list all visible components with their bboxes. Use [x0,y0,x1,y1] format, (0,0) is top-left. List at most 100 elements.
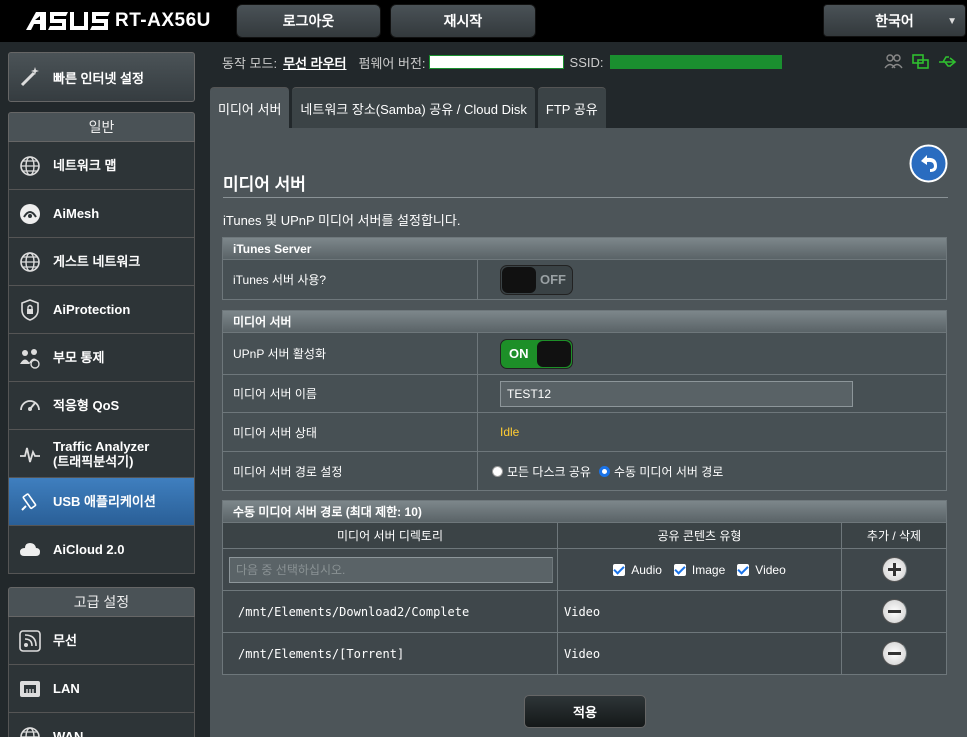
server-state-row: 미디어 서버 상태 Idle [223,412,946,451]
sidebar-item-lan[interactable]: LAN [8,665,195,713]
path-value: /mnt/Elements/[Torrent] [223,633,558,674]
title-divider [223,197,948,198]
sidebar-item-aiprotection[interactable]: AiProtection [8,286,195,334]
server-name-row: 미디어 서버 이름 TEST12 [223,374,946,412]
server-path-row: 미디어 서버 경로 설정 모든 다스크 공유 수동 미디어 서버 경로 [223,451,946,490]
audio-label: Audio [631,562,662,577]
col-content-type: 공유 콘텐츠 유형 [558,523,842,548]
sidebar-item-qos[interactable]: 적응형 QoS [8,382,195,430]
image-checkbox[interactable] [673,563,686,576]
advanced-section-title: 고급 설정 [8,587,195,617]
op-mode-link[interactable]: 무선 라우터 [283,53,346,72]
media-server-table: 미디어 서버 UPnP 서버 활성화 ON 미디어 서버 이름 TEST12 미… [222,310,947,491]
path-value: /mnt/Elements/Download2/Complete [223,591,558,632]
advanced-menu: 무선 LAN WAN [8,617,195,737]
toggle-knob [537,340,571,367]
page-description: iTunes 및 UPnP 미디어 서버를 설정합니다. [223,213,461,228]
sidebar-item-general-0[interactable]: 네트워크 맵 [8,142,195,190]
family-icon [17,345,43,371]
globe-icon [17,724,43,737]
itunes-header: iTunes Server [223,238,946,259]
upnp-label: UPnP 서버 활성화 [223,333,478,374]
upnp-row: UPnP 서버 활성화 ON [223,332,946,374]
sidebar-item-wan[interactable]: WAN [8,713,195,737]
sidebar-item-label: 적응형 QoS [53,398,120,413]
globe-icon [17,153,43,179]
media-server-header: 미디어 서버 [223,311,946,332]
delete-path-button[interactable] [881,641,907,666]
delete-path-button[interactable] [881,599,907,624]
apply-button[interactable]: 적용 [524,695,646,728]
reboot-button[interactable]: 재시작 [390,4,536,38]
sidebar-item-label: AiProtection [53,302,131,317]
wifi-icon [17,628,43,654]
status-icons [884,53,957,70]
upnp-toggle-text: ON [509,345,529,361]
path-all-label: 모든 다스크 공유 [507,464,591,479]
quick-setup-button[interactable]: 빠른 인터넷 설정 [8,52,195,102]
sidebar-item-label: 부모 통제 [53,350,105,365]
logout-button[interactable]: 로그아웃 [236,4,381,38]
users-icon[interactable] [884,53,903,70]
tab-bar: 미디어 서버 네트워크 장소(Samba) 공유 / Cloud Disk FT… [210,87,606,128]
tab-media-server[interactable]: 미디어 서버 [210,87,290,128]
col-directory: 미디어 서버 디렉토리 [223,523,558,548]
manual-path-columns: 미디어 서버 디렉토리 공유 콘텐츠 유형 추가 / 삭제 [223,522,946,548]
sidebar-item-label: 네트워크 맵 [53,158,117,173]
add-path-row: 다음 중 선택하십시오. Audio Image Video [223,548,946,590]
sidebar-item-advanced-0[interactable]: 무선 [8,617,195,665]
sidebar-item-traffic-analyzer[interactable]: Traffic Analyzer (트래픽분석기) [8,430,195,478]
tab-samba-share[interactable]: 네트워크 장소(Samba) 공유 / Cloud Disk [292,87,535,128]
sidebar-item-label: 게스트 네트워크 [53,254,141,269]
itunes-table: iTunes Server iTunes 서버 사용? OFF [222,237,947,300]
itunes-toggle-text: OFF [540,271,566,287]
sidebar-item-usb[interactable]: USB 애플리케이션 [8,478,195,526]
directory-input[interactable]: 다음 중 선택하십시오. [229,556,553,583]
itunes-enable-label: iTunes 서버 사용? [223,260,478,299]
op-mode-label: 동작 모드: [222,55,278,71]
server-name-input[interactable]: TEST12 [500,380,853,407]
manual-path-table: 수동 미디어 서버 경로 (최대 제한: 10) 미디어 서버 디렉토리 공유 … [222,500,947,675]
path-type: Video [558,633,842,674]
image-label: Image [691,562,726,577]
language-label: 한국어 [875,12,914,29]
path-manual-radio[interactable] [598,465,610,477]
wand-icon [17,64,43,90]
globe-icon [17,249,43,275]
video-checkbox[interactable] [737,563,750,576]
path-all-radio[interactable] [492,465,503,477]
firmware-value-redacted[interactable] [428,55,564,69]
usb-status-icon[interactable] [938,53,957,70]
path-row: /mnt/Elements/Download2/Complete Video [223,590,946,632]
page-title: 미디어 서버 [223,175,306,194]
itunes-enable-row: iTunes 서버 사용? OFF [223,259,946,299]
tab-ftp-share[interactable]: FTP 공유 [537,87,606,128]
itunes-toggle[interactable]: OFF [500,264,573,295]
language-select[interactable]: 한국어 ▼ [823,4,966,37]
chevron-down-icon: ▼ [947,16,957,27]
add-path-button[interactable] [881,557,907,582]
aimesh-icon [17,201,43,227]
model-name: RT-AX56U [115,10,211,31]
upnp-toggle[interactable]: ON [500,338,573,369]
sidebar-item-label: 무선 [53,633,77,648]
sidebar-item-sublabel: (트래픽분석기) [53,453,134,469]
server-state-label: 미디어 서버 상태 [223,413,478,451]
audio-checkbox[interactable] [613,563,626,576]
path-row: /mnt/Elements/[Torrent] Video [223,632,946,674]
ssid-value-redacted [609,55,782,69]
sidebar-item-general-4[interactable]: 부모 통제 [8,334,195,382]
path-manual-label: 수동 미디어 서버 경로 [613,464,724,479]
ssid-label: SSID: [569,54,604,70]
usb-icon [17,489,43,515]
sidebar-item-aimesh[interactable]: AiMesh [8,190,195,238]
back-button[interactable] [909,144,948,183]
sidebar-item-aicloud-2-0[interactable]: AiCloud 2.0 [8,526,195,574]
network-icon[interactable] [911,53,930,70]
manual-path-header: 수동 미디어 서버 경로 (최대 제한: 10) [223,501,946,522]
lan-icon [17,676,43,702]
status-row: 동작 모드: 무선 라우터 펌웨어 버전: SSID: [222,52,782,72]
general-section-title: 일반 [8,112,195,142]
general-menu: 네트워크 맵 AiMesh 게스트 네트워크 AiProtection 부모 통제적응형… [8,142,195,574]
sidebar-item-general-2[interactable]: 게스트 네트워크 [8,238,195,286]
